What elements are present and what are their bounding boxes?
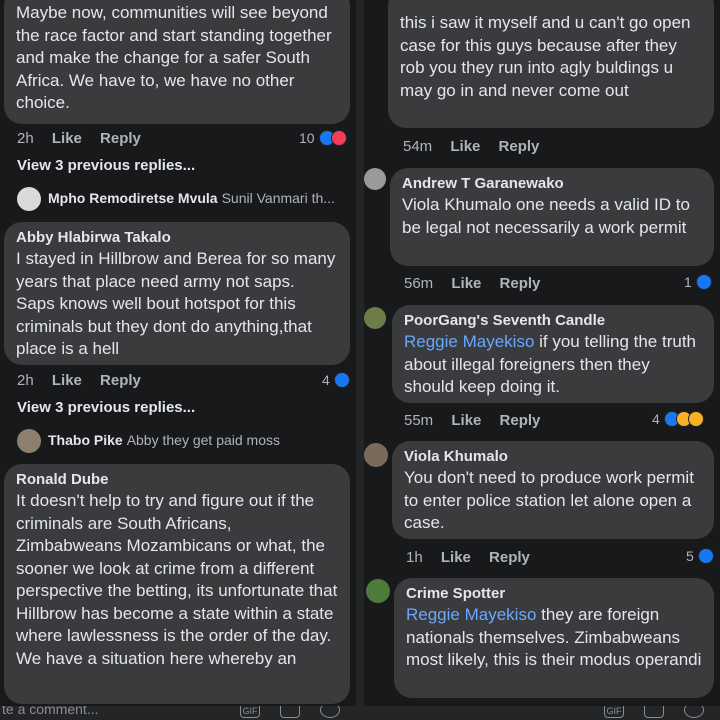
comment-bubble: Abby Hlabirwa Takalo I stayed in Hillbro… (4, 222, 350, 365)
comment-actions: 55m Like Reply (404, 412, 554, 429)
avatar[interactable] (17, 429, 41, 453)
avatar[interactable] (364, 443, 388, 467)
comment-text: this i saw it myself and u can't go open… (400, 13, 691, 100)
reaction-number: 4 (322, 372, 330, 388)
comment-time: 55m (404, 412, 434, 429)
comment-time: 54m (403, 138, 433, 155)
comment-composer[interactable]: te a comment... GIF (0, 706, 356, 720)
comment-bubble: PoorGang's Seventh Candle Reggie Mayekis… (392, 305, 714, 403)
avatar[interactable] (364, 307, 386, 329)
reaction-count[interactable]: 4 (652, 411, 704, 427)
like-button[interactable]: Like (451, 412, 481, 429)
gif-icon[interactable]: GIF (604, 706, 624, 718)
reaction-number: 10 (299, 130, 315, 146)
like-button[interactable]: Like (451, 275, 481, 292)
like-reaction-icon (333, 372, 350, 388)
reply-author: Mpho Remodiretse Mvula (48, 190, 218, 206)
like-button[interactable]: Like (52, 372, 82, 389)
like-button[interactable]: Like (441, 549, 471, 566)
emoji-icon[interactable] (684, 706, 704, 718)
reaction-count[interactable]: 10 (299, 130, 347, 146)
haha-reaction-icon (687, 411, 704, 427)
mention-link[interactable]: Reggie Mayekiso (404, 332, 534, 351)
comment-input[interactable]: te a comment... (2, 706, 98, 717)
comment-time: 1h (406, 549, 423, 566)
reaction-count[interactable]: 1 (684, 274, 712, 290)
comment-bubble: Maybe now, communities will see beyond t… (4, 0, 350, 124)
avatar[interactable] (366, 579, 390, 603)
column-divider (356, 0, 364, 720)
comment-time: 2h (17, 372, 34, 389)
reply-button[interactable]: Reply (500, 275, 541, 292)
comment-actions: 2h Like Reply (17, 372, 155, 389)
sticker-icon[interactable] (280, 706, 300, 718)
emoji-icon[interactable] (320, 706, 340, 718)
reply-button[interactable]: Reply (500, 412, 541, 429)
comment-bubble: Ronald Dube It doesn't help to try and f… (4, 464, 350, 704)
reply-author: Thabo Pike (48, 432, 123, 448)
comment-author[interactable]: Crime Spotter (406, 584, 702, 604)
gif-icon[interactable]: GIF (240, 706, 260, 718)
reply-preview[interactable]: Mpho Remodiretse Mvula Sunil Vanmari th.… (48, 190, 335, 206)
sticker-icon[interactable] (644, 706, 664, 718)
reply-button[interactable]: Reply (100, 372, 141, 389)
comment-bubble: this i saw it myself and u can't go open… (388, 0, 714, 128)
comment-author[interactable]: Viola Khumalo (404, 447, 702, 467)
comment-text: I stayed in Hillbrow and Berea for so ma… (16, 249, 336, 358)
comment-actions: 1h Like Reply (406, 549, 544, 566)
reply-snippet: Sunil Vanmari th... (221, 190, 335, 206)
left-comment-panel: Maybe now, communities will see beyond t… (0, 0, 356, 720)
avatar[interactable] (17, 187, 41, 211)
comment-text: It doesn't help to try and figure out if… (16, 491, 338, 645)
like-reaction-icon (697, 548, 714, 564)
comment-text: Maybe now, communities will see beyond t… (16, 3, 332, 112)
reaction-count[interactable]: 5 (686, 548, 714, 564)
view-previous-replies-link[interactable]: View 3 previous replies... (17, 157, 195, 174)
like-button[interactable]: Like (52, 130, 82, 147)
reaction-number: 1 (684, 274, 692, 290)
avatar[interactable] (364, 168, 386, 190)
like-button[interactable]: Like (450, 138, 480, 155)
comment-actions: 56m Like Reply (404, 275, 554, 292)
comment-composer[interactable]: GIF (364, 706, 720, 720)
reply-snippet: Abby they get paid moss (126, 432, 280, 448)
comment-bubble: Viola Khumalo You don't need to produce … (392, 441, 714, 539)
comment-author[interactable]: PoorGang's Seventh Candle (404, 311, 702, 331)
comment-bubble: Andrew T Garanewako Viola Khumalo one ne… (390, 168, 714, 266)
reaction-count[interactable]: 4 (322, 372, 350, 388)
comment-text: You don't need to produce work permit to… (404, 468, 694, 532)
comment-text: Reggie Mayekiso if you telling the truth… (404, 331, 702, 399)
comment-author[interactable]: Andrew T Garanewako (402, 174, 702, 194)
comment-actions: 54m Like Reply (403, 138, 553, 155)
reaction-number: 5 (686, 548, 694, 564)
view-previous-replies-link[interactable]: View 3 previous replies... (17, 399, 195, 416)
comment-text-continued: We have a situation here whereby an (16, 648, 297, 668)
like-reaction-icon (695, 274, 712, 290)
reply-button[interactable]: Reply (100, 130, 141, 147)
reply-preview[interactable]: Thabo Pike Abby they get paid moss (48, 432, 280, 448)
comment-text: Viola Khumalo one needs a valid ID to be… (402, 195, 690, 237)
comment-bubble: Crime Spotter Reggie Mayekiso they are f… (394, 578, 714, 698)
reply-button[interactable]: Reply (489, 549, 530, 566)
reply-button[interactable]: Reply (499, 138, 540, 155)
mention-link[interactable]: Reggie Mayekiso (406, 605, 536, 624)
comment-text: Reggie Mayekiso they are foreign nationa… (406, 604, 702, 672)
comment-time: 56m (404, 275, 434, 292)
comment-time: 2h (17, 130, 34, 147)
right-comment-panel: this i saw it myself and u can't go open… (364, 0, 720, 720)
comment-author[interactable]: Abby Hlabirwa Takalo (16, 228, 338, 248)
comment-author[interactable]: Ronald Dube (16, 470, 338, 490)
reaction-number: 4 (652, 411, 660, 427)
love-reaction-icon (330, 130, 347, 146)
comment-actions: 2h Like Reply (17, 130, 155, 147)
